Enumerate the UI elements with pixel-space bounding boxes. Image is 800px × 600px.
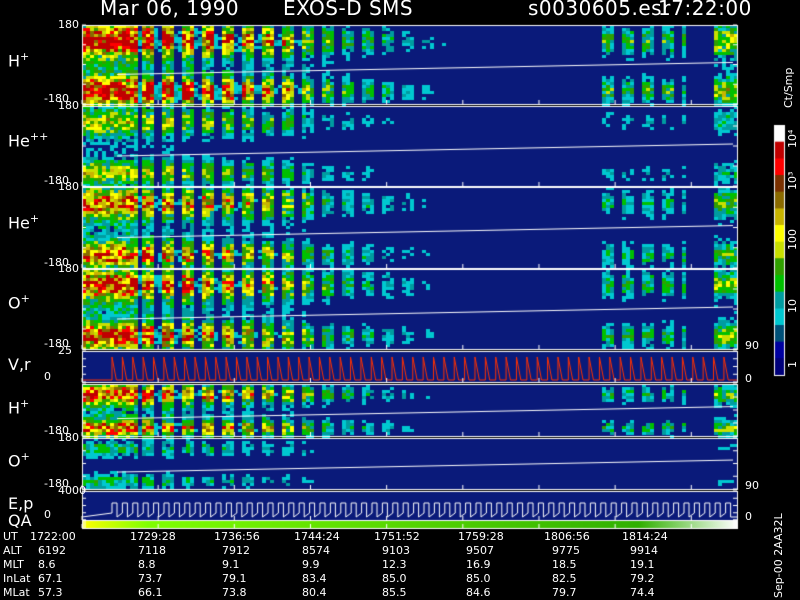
colorbar-tick: 1: [786, 361, 799, 368]
footer-cell: 7912: [222, 544, 250, 557]
y-tick-bottom: 0: [44, 508, 51, 521]
side-version-label: Sep-00 2AA32L: [772, 513, 785, 598]
footer-cell: 1806:56: [544, 530, 590, 543]
spectrogram-canvas: [0, 0, 800, 600]
colorbar-tick: 10⁴: [786, 129, 799, 148]
y-tick-right: 90: [745, 339, 759, 352]
footer-cell: 1814:24: [622, 530, 668, 543]
panel-label-sup: +: [29, 212, 40, 225]
title-time: 17:22:00: [658, 0, 752, 20]
panel-label-main: He: [8, 131, 30, 151]
footer-cell: 85.0: [382, 572, 407, 585]
y-tick-bottom: 0: [44, 370, 51, 383]
y-tick-right: 0: [745, 510, 752, 523]
footer-cell: 9507: [466, 544, 494, 557]
panel-label-6: O+: [8, 450, 30, 470]
footer-cell: 1722:00: [30, 530, 76, 543]
panel-label-main: V,r: [8, 355, 31, 374]
colorbar-unit-label: Ct/Smp: [782, 67, 795, 108]
y-tick-right: 90: [745, 479, 759, 492]
y-tick-top: 180: [58, 99, 79, 112]
panel-label-sup: +: [20, 397, 30, 410]
footer-cell: 85.0: [466, 572, 491, 585]
footer-cell: 79.2: [630, 572, 655, 585]
title-date: Mar 06, 1990: [100, 0, 240, 20]
panel-label-main: O: [8, 293, 21, 313]
panel-label-sup: ++: [29, 130, 49, 143]
footer-cell: 8574: [302, 544, 330, 557]
y-tick-top: 180: [58, 431, 79, 444]
footer-cell: 66.1: [138, 586, 163, 599]
footer-cell: 9.9: [302, 558, 320, 571]
footer-cell: 83.4: [302, 572, 327, 585]
footer-row-label: InLat: [3, 572, 31, 585]
panel-label-3: O+: [8, 292, 30, 312]
footer-cell: 74.4: [630, 586, 655, 599]
footer-cell: 8.8: [138, 558, 156, 571]
footer-cell: 79.1: [222, 572, 247, 585]
footer-cell: 9914: [630, 544, 658, 557]
panel-label-0: H+: [8, 50, 29, 70]
footer-row-label: MLat: [3, 586, 30, 599]
panel-label-main: H: [8, 398, 21, 418]
footer-cell: 1751:52: [374, 530, 420, 543]
panel-label-sup: +: [20, 450, 30, 463]
footer-cell: 16.9: [466, 558, 491, 571]
footer-cell: 8.6: [38, 558, 56, 571]
panel-label-sup: +: [20, 50, 30, 63]
footer-cell: 9775: [552, 544, 580, 557]
footer-cell: 57.3: [38, 586, 63, 599]
footer-cell: 1729:28: [130, 530, 176, 543]
footer-cell: 73.8: [222, 586, 247, 599]
colorbar-tick: 10³: [786, 171, 799, 190]
panel-label-main: H: [8, 51, 21, 71]
panel-label-sup: +: [20, 292, 30, 305]
footer-cell: 6192: [38, 544, 66, 557]
colorbar-tick: 10: [786, 299, 799, 313]
footer-cell: 85.5: [382, 586, 407, 599]
title-file: s0030605.esr: [528, 0, 671, 20]
panel-label-1: He++: [8, 130, 48, 150]
y-tick-top: 25: [58, 344, 72, 357]
y-tick-top: 4000: [58, 484, 86, 497]
panel-label-main: He: [8, 213, 30, 233]
footer-cell: 80.4: [302, 586, 327, 599]
qa-label: QA: [8, 511, 32, 530]
footer-cell: 12.3: [382, 558, 407, 571]
panel-label-2: He+: [8, 212, 39, 232]
panel-label-main: O: [8, 451, 21, 471]
footer-cell: 73.7: [138, 572, 163, 585]
footer-cell: 19.1: [630, 558, 655, 571]
panel-label-5: H+: [8, 397, 29, 417]
footer-cell: 79.7: [552, 586, 577, 599]
footer-cell: 1759:28: [458, 530, 504, 543]
footer-cell: 67.1: [38, 572, 63, 585]
y-tick-top: 180: [58, 18, 79, 31]
title-instrument: EXOS-D SMS: [283, 0, 414, 20]
footer-cell: 1744:24: [294, 530, 340, 543]
footer-row-label: UT: [3, 530, 18, 543]
y-tick-top: 180: [58, 262, 79, 275]
y-tick-top: 180: [58, 180, 79, 193]
footer-cell: 9.1: [222, 558, 240, 571]
footer-cell: 7118: [138, 544, 166, 557]
panel-label-4: V,r: [8, 355, 31, 374]
footer-cell: 84.6: [466, 586, 491, 599]
footer-cell: 9103: [382, 544, 410, 557]
colorbar-tick: 100: [786, 229, 799, 250]
footer-row-label: ALT: [3, 544, 22, 557]
footer-cell: 1736:56: [214, 530, 260, 543]
footer-cell: 18.5: [552, 558, 577, 571]
y-tick-right: 0: [745, 372, 752, 385]
footer-cell: 82.5: [552, 572, 577, 585]
footer-row-label: MLT: [3, 558, 24, 571]
